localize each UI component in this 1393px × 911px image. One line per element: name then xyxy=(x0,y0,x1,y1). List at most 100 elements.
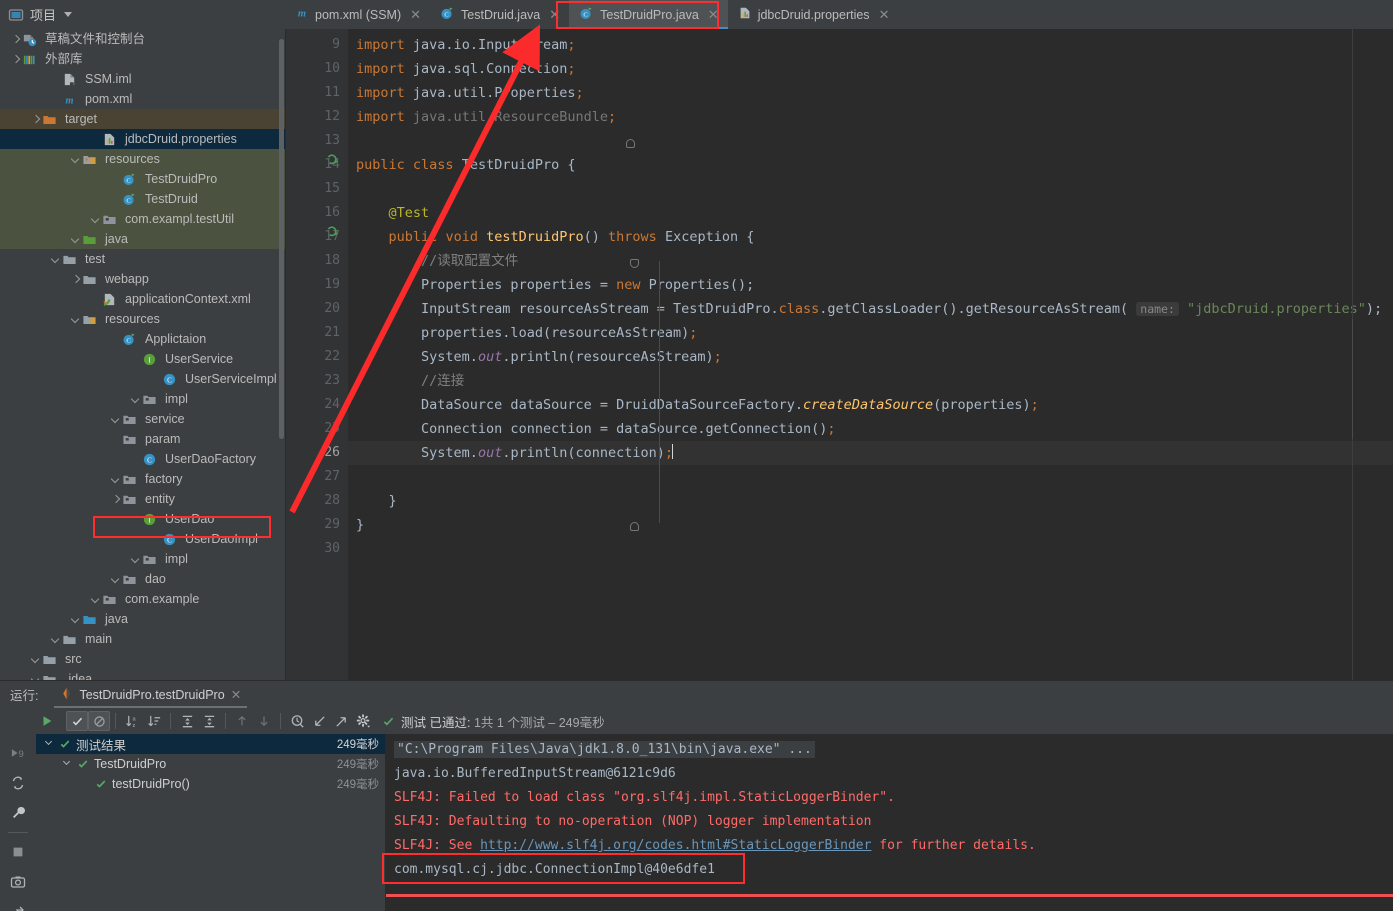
tree-toggle-icon[interactable] xyxy=(70,154,81,165)
expand-all-tests-icon[interactable] xyxy=(176,711,198,731)
stop-icon[interactable] xyxy=(0,837,36,867)
test-settings-icon[interactable] xyxy=(352,711,374,731)
run-class-gutter-icon[interactable] xyxy=(326,153,339,166)
show-passed-tests-toggle[interactable] xyxy=(66,711,88,731)
code-line[interactable]: //连接 xyxy=(356,369,464,393)
tree-toggle-icon[interactable] xyxy=(70,274,81,285)
tree-item-entity[interactable]: entity xyxy=(0,489,285,509)
tree-item-外部库[interactable]: 外部库 xyxy=(0,49,285,69)
tree-item-resources[interactable]: resources xyxy=(0,149,285,169)
tree-toggle-icon[interactable] xyxy=(110,474,121,485)
code-line[interactable]: Connection connection = dataSource.getCo… xyxy=(356,417,836,441)
project-tree-scrollbar[interactable] xyxy=(279,39,284,439)
tree-item-main[interactable]: main xyxy=(0,629,285,649)
editor-tab-jdbcdruid-properties[interactable]: jdbcDruid.properties ✕ xyxy=(728,0,899,29)
tree-item-com-exampl-testutil[interactable]: com.exampl.testUtil xyxy=(0,209,285,229)
close-icon[interactable]: ✕ xyxy=(879,7,890,23)
tree-toggle-icon[interactable] xyxy=(62,757,73,771)
code-line[interactable]: public class TestDruidPro { xyxy=(356,153,575,177)
tree-item-webapp[interactable]: webapp xyxy=(0,269,285,289)
tree-item-impl[interactable]: impl xyxy=(0,549,285,569)
fold-marker-method-open[interactable] xyxy=(630,259,639,268)
close-icon[interactable]: ✕ xyxy=(549,7,560,23)
tree-toggle-icon[interactable] xyxy=(70,314,81,325)
tree-item-com-example[interactable]: com.example xyxy=(0,589,285,609)
wrench-icon[interactable] xyxy=(0,798,36,828)
tree-item-param[interactable]: param xyxy=(0,429,285,449)
code-line[interactable]: import java.util.Properties; xyxy=(356,81,584,105)
code-line[interactable]: //读取配置文件 xyxy=(356,249,518,273)
tree-item-idea[interactable]: .idea xyxy=(0,669,285,680)
tree-toggle-icon[interactable] xyxy=(110,414,121,425)
tree-toggle-icon[interactable] xyxy=(130,554,141,565)
tree-toggle-icon[interactable] xyxy=(50,254,61,265)
prev-failed-test-icon[interactable] xyxy=(231,711,253,731)
close-icon[interactable]: ✕ xyxy=(231,687,241,702)
tree-item-impl[interactable]: impl xyxy=(0,389,285,409)
close-icon[interactable]: ✕ xyxy=(708,7,719,23)
code-line[interactable]: InputStream resourceAsStream = TestDruid… xyxy=(356,297,1382,321)
test-results-tree[interactable]: 测试结果 249毫秒 TestDruidPro 249毫秒 testDruidPro()… xyxy=(36,734,385,911)
tree-item-userdao[interactable]: I UserDao xyxy=(0,509,285,529)
test-tree-row[interactable]: testDruidPro() 249毫秒 xyxy=(36,774,385,794)
tree-item-dao[interactable]: dao xyxy=(0,569,285,589)
editor-tab-testdruid-java[interactable]: C TestDruid.java ✕ xyxy=(430,0,569,29)
screenshot-icon[interactable] xyxy=(0,867,36,897)
rerun-icon[interactable] xyxy=(36,711,58,731)
code-line[interactable]: System.out.println(resourceAsStream); xyxy=(356,345,722,369)
tree-item-testdruid[interactable]: C TestDruid xyxy=(0,189,285,209)
export-test-results-icon[interactable] xyxy=(330,711,352,731)
tree-item-java[interactable]: java xyxy=(0,229,285,249)
rerun-tests-icon[interactable] xyxy=(0,768,36,798)
tree-item-userservice[interactable]: I UserService xyxy=(0,349,285,369)
chevron-down-icon[interactable] xyxy=(64,12,73,17)
slf4j-codes-link[interactable]: http://www.slf4j.org/codes.html#StaticLo… xyxy=(480,838,871,853)
code-line[interactable]: @Test xyxy=(356,201,430,225)
editor-tab-pom-xml-ssm[interactable]: m pom.xml (SSM) ✕ xyxy=(285,0,430,29)
tree-toggle-icon[interactable] xyxy=(110,494,121,505)
debug-icon[interactable]: 9 xyxy=(0,738,36,768)
close-icon[interactable]: ✕ xyxy=(410,7,421,23)
project-tree[interactable]: 草稿文件和控制台 外部库 SSM.iml m pom.xml target jdbcDrui… xyxy=(0,29,285,680)
tree-item-src[interactable]: src xyxy=(0,649,285,669)
tree-item-userdaoimpl[interactable]: C UserDaoImpl xyxy=(0,529,285,549)
console-link-line[interactable]: SLF4J: See http://www.slf4j.org/codes.ht… xyxy=(394,834,1036,858)
collapse-all-tests-icon[interactable] xyxy=(198,711,220,731)
sort-duration-icon[interactable] xyxy=(143,711,165,731)
next-failed-test-icon[interactable] xyxy=(253,711,275,731)
tree-toggle-icon[interactable] xyxy=(10,54,21,65)
tree-item-jdbcdruid-properties[interactable]: jdbcDruid.properties xyxy=(0,129,285,149)
tree-toggle-icon[interactable] xyxy=(10,34,21,45)
tree-item-factory[interactable]: factory xyxy=(0,469,285,489)
code-editor[interactable]: 9 10 11 12 13 14 15 16 17 18 19 20 21 22 23 24 25 26 27 28 2… xyxy=(286,29,1393,680)
hide-ignored-tests-toggle[interactable] xyxy=(88,711,110,731)
tree-item-applicationcontext-xml[interactable]: applicationContext.xml xyxy=(0,289,285,309)
tree-item-ssm-iml[interactable]: SSM.iml xyxy=(0,69,285,89)
tree-toggle-icon[interactable] xyxy=(130,394,141,405)
import-test-results-icon[interactable] xyxy=(308,711,330,731)
tree-item-test[interactable]: test xyxy=(0,249,285,269)
tree-toggle-icon[interactable] xyxy=(70,234,81,245)
editor-code-area[interactable]: import java.io.InputStream; import java.s… xyxy=(348,29,1393,680)
sort-alpha-icon[interactable]: az xyxy=(121,711,143,731)
tree-item-java[interactable]: java xyxy=(0,609,285,629)
code-line[interactable]: import java.sql.Connection; xyxy=(356,57,576,81)
fold-marker-method-close[interactable] xyxy=(630,522,639,531)
tree-toggle-icon[interactable] xyxy=(90,594,101,605)
tree-item-resources[interactable]: resources xyxy=(0,309,285,329)
test-tree-row[interactable]: 测试结果 249毫秒 xyxy=(36,734,385,754)
tree-toggle-icon[interactable] xyxy=(44,737,55,751)
test-history-icon[interactable] xyxy=(286,711,308,731)
tree-item-applictaion[interactable]: C Applictaion xyxy=(0,329,285,349)
code-line[interactable]: properties.load(resourceAsStream); xyxy=(356,321,697,345)
code-line[interactable]: } xyxy=(356,513,364,537)
tree-toggle-icon[interactable] xyxy=(30,114,41,125)
code-line[interactable]: DataSource dataSource = DruidDataSourceF… xyxy=(356,393,1039,417)
run-console[interactable]: "C:\Program Files\Java\jdk1.8.0_131\bin\… xyxy=(386,734,1393,911)
tree-item-userdaofactory[interactable]: C UserDaoFactory xyxy=(0,449,285,469)
run-method-gutter-icon[interactable] xyxy=(326,225,339,238)
tree-item-pom-xml[interactable]: m pom.xml xyxy=(0,89,285,109)
code-line[interactable]: } xyxy=(356,489,397,513)
test-tree-row[interactable]: TestDruidPro 249毫秒 xyxy=(36,754,385,774)
print-icon[interactable] xyxy=(0,897,36,911)
